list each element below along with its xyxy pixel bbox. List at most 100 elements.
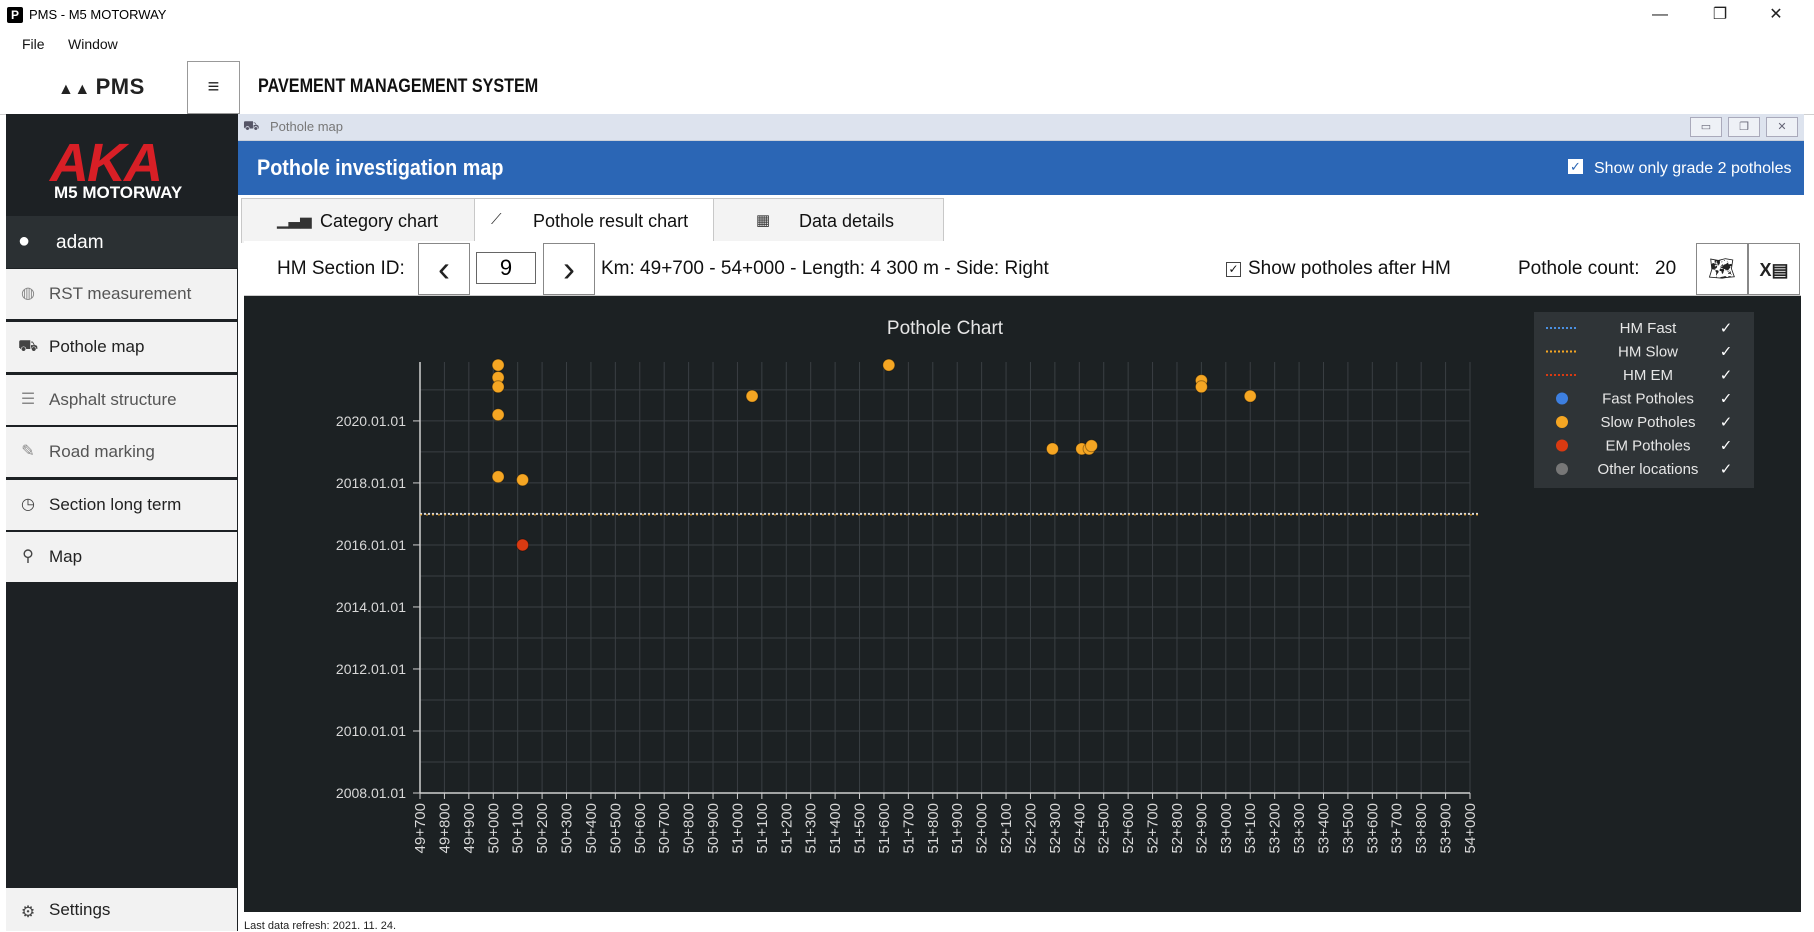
sidebar-item-section-long-term[interactable]: ◷ Section long term <box>6 480 237 532</box>
hamburger-menu-button[interactable]: ≡ <box>187 61 240 114</box>
restore-button[interactable]: ❐ <box>1693 0 1747 30</box>
legend-label: HM EM <box>1623 367 1673 384</box>
pms-logo-text: PMS <box>95 74 145 99</box>
app-heading: PAVEMENT MANAGEMENT SYSTEM <box>258 76 539 97</box>
hm-section-input[interactable] <box>476 252 536 284</box>
map-pin-icon: ⚲ <box>22 548 34 565</box>
tab-pothole-result-chart[interactable]: ⟋ Pothole result chart <box>474 198 714 243</box>
sidebar-item-road-marking[interactable]: ✎ Road marking <box>6 427 237 479</box>
pothole-point <box>1045 442 1059 456</box>
x-tick-label: 53+400 <box>1315 803 1332 853</box>
sidebar-item-label: Settings <box>49 900 111 919</box>
y-tick-label: 2008.01.01 <box>336 785 406 801</box>
tab-category-chart[interactable]: ▁▃▅ Category chart <box>241 198 475 243</box>
chart-title: Pothole Chart <box>887 318 1004 339</box>
inner-restore-button[interactable]: ❐ <box>1728 117 1760 137</box>
menu-window[interactable]: Window <box>68 36 118 52</box>
inner-minimize-button[interactable]: ▭ <box>1690 117 1722 137</box>
x-tick-label: 51+000 <box>729 803 746 853</box>
x-tick-label: 51+600 <box>876 803 893 853</box>
pothole-chart: Pothole Chart 49+700 49+800 49+900 50+000 50+… <box>336 312 1754 853</box>
x-tick-label: 52+300 <box>1047 803 1064 853</box>
pothole-window-icon: ⛟ <box>243 118 260 133</box>
x-tick-label: 50+900 <box>705 803 722 853</box>
y-tick-label: 2010.01.01 <box>336 723 406 739</box>
show-after-hm-checkbox[interactable]: ✓ <box>1226 262 1241 277</box>
legend-check: ✓ <box>1720 366 1733 384</box>
window-titlebar <box>0 0 1814 30</box>
show-after-hm-label: Show potholes after HM <box>1248 258 1451 279</box>
prev-section-button[interactable]: ‹ <box>418 243 470 295</box>
x-tick-label: 50+400 <box>583 803 600 853</box>
legend-label: HM Slow <box>1618 344 1678 361</box>
x-tick-label: 52+400 <box>1071 803 1088 853</box>
x-tick-label: 52+000 <box>974 803 991 853</box>
x-tick-label: 53+200 <box>1267 803 1284 853</box>
pen-icon: ✎ <box>21 443 35 460</box>
pothole-count-label: Pothole count: <box>1518 258 1640 279</box>
menubar <box>0 30 1814 58</box>
map-view-button[interactable]: 🗺 <box>1696 243 1748 295</box>
excel-icon: X▤ <box>1759 260 1789 280</box>
x-tick-label: 50+300 <box>559 803 576 853</box>
excel-export-button[interactable]: X▤ <box>1748 243 1800 295</box>
x-tick-label: 51+800 <box>925 803 942 853</box>
car-icon: ⛟ <box>18 338 39 355</box>
x-tick-label: 51+400 <box>827 803 844 853</box>
pothole-count-value: 20 <box>1655 258 1677 279</box>
pms-logo-mark-icon: ▲▲ <box>58 81 96 98</box>
next-section-button[interactable]: › <box>543 243 595 295</box>
sidebar-item-label: RST measurement <box>49 284 192 303</box>
legend-check: ✓ <box>1720 390 1733 408</box>
tab-label: Data details <box>799 211 895 231</box>
gear-icon: ⚙ <box>20 904 36 921</box>
bar-chart-icon: ▁▃▅ <box>277 212 312 229</box>
x-tick-label: 51+900 <box>949 803 966 853</box>
sidebar-item-rst-measurement[interactable]: ◍ RST measurement <box>6 269 237 321</box>
pothole-point <box>516 538 530 552</box>
legend-check: ✓ <box>1720 319 1733 337</box>
minimize-button[interactable]: — <box>1633 0 1687 30</box>
grade2-checkbox[interactable]: ✓ <box>1568 159 1583 174</box>
x-tick-label: 53+100 <box>1242 803 1259 853</box>
chevron-left-icon: ‹ <box>438 248 450 289</box>
tab-label: Pothole result chart <box>533 211 689 231</box>
menu-file[interactable]: File <box>22 36 45 52</box>
user-row[interactable]: ● adam <box>6 216 238 268</box>
x-tick-label: 50+500 <box>607 803 624 853</box>
grade2-checkbox-label: Show only grade 2 potholes <box>1594 160 1792 177</box>
line-chart-icon: ⟋ <box>491 211 502 228</box>
tab-data-details[interactable]: ▦ Data details <box>713 198 944 243</box>
legend-dot-swatch <box>1556 416 1568 428</box>
x-tick-label: 53+900 <box>1438 803 1455 853</box>
page-title: Pothole investigation map <box>257 155 504 180</box>
x-tick-label: 49+800 <box>436 803 453 853</box>
sidebar-item-pothole-map[interactable]: ⛟ Pothole map <box>6 322 237 374</box>
x-tick-label: 54+000 <box>1462 803 1479 853</box>
user-name: adam <box>56 232 104 253</box>
x-tick-label: 51+500 <box>852 803 869 853</box>
aka-logo: AKA <box>50 133 163 193</box>
y-tick-label: 2018.01.01 <box>336 475 406 491</box>
y-tick-label: 2012.01.01 <box>336 661 406 677</box>
sidebar-item-map[interactable]: ⚲ Map <box>6 532 237 584</box>
x-tick-label: 52+800 <box>1169 803 1186 853</box>
pothole-point <box>1085 439 1099 453</box>
sidebar-item-asphalt-structure[interactable]: ☰ Asphalt structure <box>6 375 237 427</box>
x-tick-label: 52+100 <box>998 803 1015 853</box>
x-tick-label: 49+700 <box>412 803 429 853</box>
aka-logo-subtitle: M5 MOTORWAY <box>54 183 183 202</box>
x-tick-label: 53+300 <box>1291 803 1308 853</box>
pothole-point <box>745 389 759 403</box>
sidebar-item-label: Road marking <box>49 442 155 461</box>
sidebar-item-settings[interactable]: ⚙ Settings <box>6 888 237 931</box>
close-button[interactable]: ✕ <box>1749 0 1803 30</box>
pms-logo: ▲▲ PMS <box>58 74 145 100</box>
x-tick-label: 52+200 <box>1022 803 1039 853</box>
sidebar-item-label: Asphalt structure <box>49 390 177 409</box>
grid-icon: ▦ <box>756 212 771 229</box>
inner-close-button[interactable]: ✕ <box>1766 117 1798 137</box>
pothole-point <box>516 473 530 487</box>
x-tick-label: 51+700 <box>900 803 917 853</box>
legend-check: ✓ <box>1720 460 1733 478</box>
